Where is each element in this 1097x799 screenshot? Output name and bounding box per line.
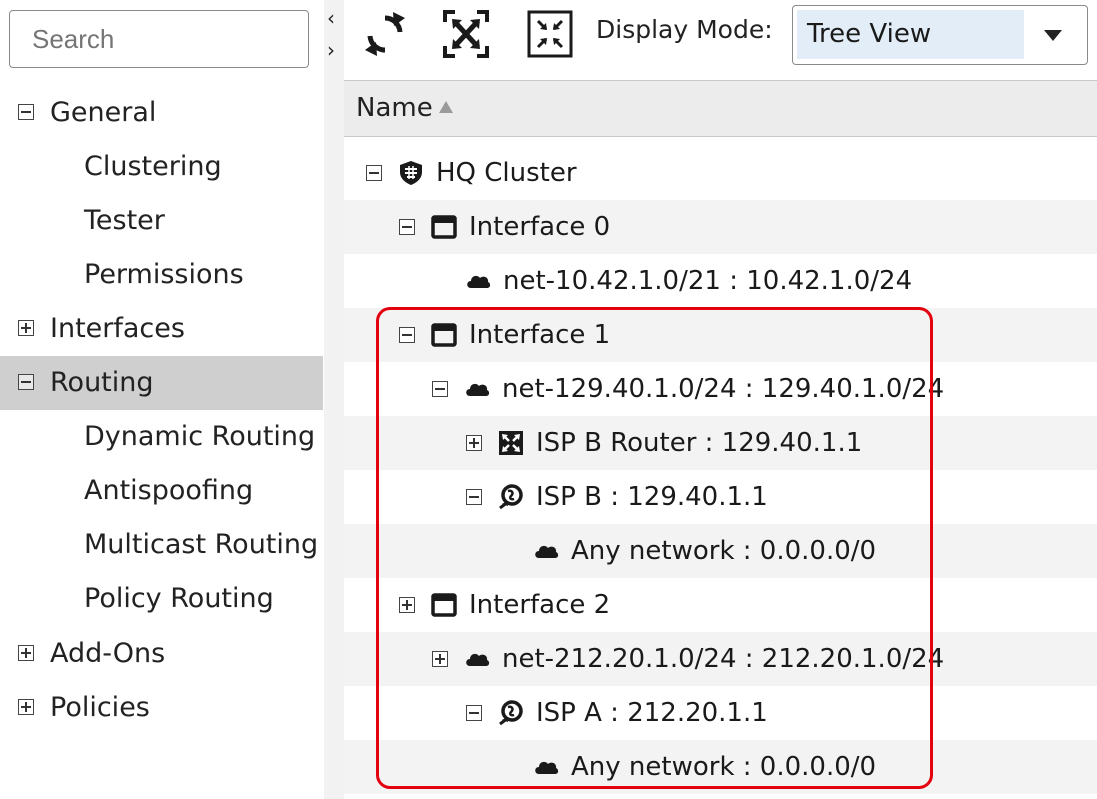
- collapse-toggle-icon[interactable]: [399, 219, 415, 235]
- table-header: Name: [344, 80, 1097, 137]
- sidebar-item-label: Policy Routing: [84, 583, 274, 614]
- sidebar-item-interfaces[interactable]: Interfaces: [0, 302, 323, 356]
- interface-icon: [431, 322, 457, 348]
- collapse-all-button[interactable]: [525, 8, 575, 60]
- collapse-all-icon: [527, 10, 573, 58]
- tree-row-interface-0[interactable]: Interface 0: [344, 200, 1097, 254]
- tree-row-label: net-129.40.1.0/24 : 129.40.1.0/24: [502, 374, 945, 404]
- column-header-name[interactable]: Name: [356, 93, 433, 123]
- network-cloud-icon: [533, 538, 559, 564]
- sort-ascending-icon[interactable]: [439, 101, 453, 113]
- tree-row-interface-1[interactable]: Interface 1: [344, 308, 1097, 362]
- expand-toggle-icon[interactable]: [18, 645, 34, 661]
- sidebar-item-label: Antispoofing: [84, 475, 254, 506]
- cluster-shield-icon: [398, 160, 424, 186]
- isp-globe-icon: [498, 484, 524, 510]
- tree-row-label: net-10.42.1.0/21 : 10.42.1.0/24: [503, 266, 913, 296]
- sidebar-item-label: Permissions: [84, 259, 244, 290]
- sidebar-item-policy-routing[interactable]: Policy Routing: [0, 572, 323, 626]
- sidebar-item-label: Dynamic Routing: [84, 421, 316, 452]
- sidebar-item-clustering[interactable]: Clustering: [0, 140, 323, 194]
- display-mode-label: Display Mode:: [596, 15, 773, 44]
- sidebar-item-label: Routing: [50, 367, 154, 398]
- sidebar-item-general[interactable]: General: [0, 86, 323, 140]
- tree-row-isp[interactable]: ISP B : 129.40.1.1: [344, 470, 1097, 524]
- sidebar-item-label: Add-Ons: [50, 638, 166, 669]
- expand-toggle-icon[interactable]: [466, 435, 482, 451]
- expand-toggle-icon[interactable]: [18, 699, 34, 715]
- tree-row-label: HQ Cluster: [436, 158, 577, 188]
- sidebar-item-permissions[interactable]: Permissions: [0, 248, 323, 302]
- tree-row-label: net-212.20.1.0/24 : 212.20.1.0/24: [502, 644, 945, 674]
- collapse-toggle-icon[interactable]: [399, 327, 415, 343]
- search-input[interactable]: [9, 10, 309, 68]
- interface-icon: [431, 214, 457, 240]
- expand-all-button[interactable]: [441, 8, 491, 60]
- tree-row-network[interactable]: Any network : 0.0.0.0/0: [344, 740, 1097, 794]
- display-mode-value: Tree View: [797, 10, 1024, 59]
- network-cloud-icon: [533, 754, 559, 780]
- tree-row-hq-cluster[interactable]: HQ Cluster: [344, 146, 1097, 200]
- sidebar-item-routing[interactable]: Routing: [0, 356, 323, 410]
- expand-sidebar-arrow-icon[interactable]: ›: [327, 40, 335, 60]
- collapse-toggle-icon[interactable]: [18, 104, 34, 120]
- tree-row-label: ISP B Router : 129.40.1.1: [536, 428, 863, 458]
- network-cloud-icon: [464, 376, 490, 402]
- collapse-toggle-icon[interactable]: [466, 705, 482, 721]
- tree-row-label: ISP B : 129.40.1.1: [536, 482, 768, 512]
- tree-row-label: ISP A : 212.20.1.1: [536, 698, 768, 728]
- expand-toggle-icon[interactable]: [18, 320, 34, 336]
- tree-row-label: Interface 1: [469, 320, 611, 350]
- sidebar-item-add-ons[interactable]: Add-Ons: [0, 627, 323, 681]
- tree-row-label: Interface 2: [469, 590, 611, 620]
- interface-icon: [431, 592, 457, 618]
- tree-row-network[interactable]: net-10.42.1.0/21 : 10.42.1.0/24: [344, 254, 1097, 308]
- sidebar-item-dynamic-routing[interactable]: Dynamic Routing: [0, 410, 323, 464]
- expand-all-icon: [443, 10, 489, 58]
- tree-row-isp[interactable]: ISP A : 212.20.1.1: [344, 686, 1097, 740]
- refresh-button[interactable]: [360, 8, 410, 60]
- tree-row-label: Interface 0: [469, 212, 611, 242]
- sidebar-item-label: Tester: [84, 205, 165, 236]
- tree-row-label: Any network : 0.0.0.0/0: [571, 536, 877, 566]
- expand-toggle-icon[interactable]: [432, 651, 448, 667]
- sidebar-item-antispoofing[interactable]: Antispoofing: [0, 464, 323, 518]
- isp-globe-icon: [498, 700, 524, 726]
- sidebar: General Clustering Tester Permissions In…: [0, 0, 324, 799]
- sidebar-item-policies[interactable]: Policies: [0, 681, 323, 735]
- panel-splitter[interactable]: [324, 0, 344, 799]
- expand-toggle-icon[interactable]: [399, 597, 415, 613]
- collapse-toggle-icon[interactable]: [18, 374, 34, 390]
- tree-row-interface-2[interactable]: Interface 2: [344, 578, 1097, 632]
- router-icon: [498, 430, 524, 456]
- sidebar-item-label: Multicast Routing: [84, 529, 319, 560]
- chevron-down-icon[interactable]: [1044, 30, 1062, 41]
- display-mode-select[interactable]: Tree View: [792, 5, 1088, 65]
- collapse-toggle-icon[interactable]: [432, 381, 448, 397]
- sidebar-item-label: General: [50, 97, 157, 128]
- sidebar-item-label: Policies: [50, 692, 150, 723]
- sidebar-item-label: Interfaces: [50, 313, 185, 344]
- sidebar-item-tester[interactable]: Tester: [0, 194, 323, 248]
- tree-row-label: Any network : 0.0.0.0/0: [571, 752, 877, 782]
- collapse-toggle-icon[interactable]: [466, 489, 482, 505]
- network-cloud-icon: [464, 646, 490, 672]
- refresh-icon: [365, 12, 405, 56]
- network-cloud-icon: [465, 268, 491, 294]
- sidebar-item-multicast-routing[interactable]: Multicast Routing: [0, 518, 323, 572]
- collapse-sidebar-arrow-icon[interactable]: ‹: [327, 8, 335, 28]
- tree-row-network[interactable]: Any network : 0.0.0.0/0: [344, 524, 1097, 578]
- tree-row-network[interactable]: net-129.40.1.0/24 : 129.40.1.0/24: [344, 362, 1097, 416]
- tree-row-network[interactable]: net-212.20.1.0/24 : 212.20.1.0/24: [344, 632, 1097, 686]
- collapse-toggle-icon[interactable]: [366, 165, 382, 181]
- sidebar-item-label: Clustering: [84, 151, 222, 182]
- tree-row-router[interactable]: ISP B Router : 129.40.1.1: [344, 416, 1097, 470]
